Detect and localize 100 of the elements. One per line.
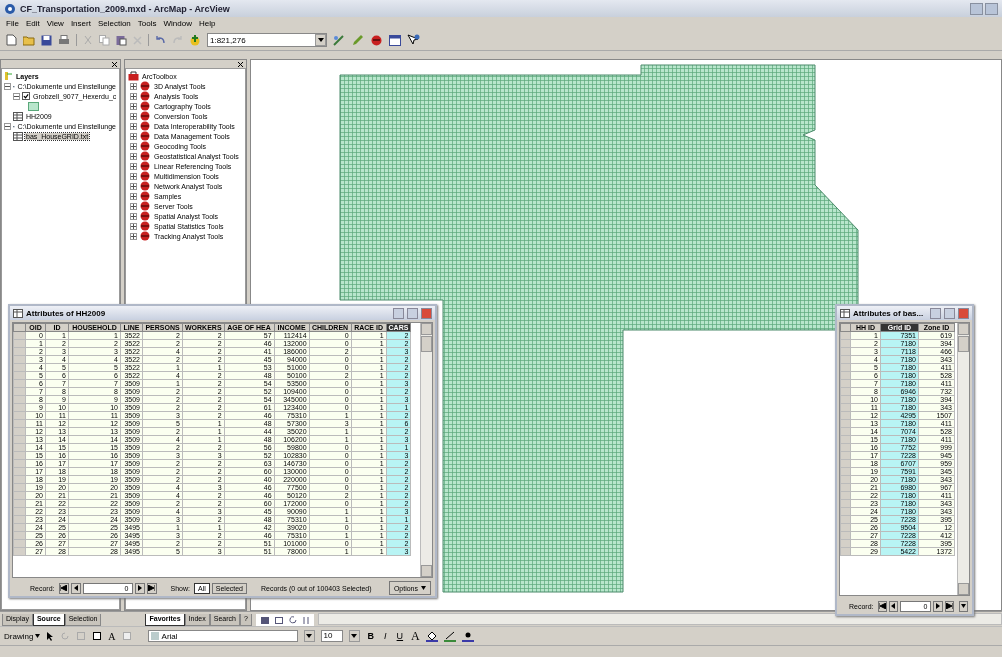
row-selector[interactable] — [13, 339, 26, 348]
row-selector[interactable] — [13, 427, 26, 436]
save-icon[interactable] — [41, 34, 52, 46]
font-color-button[interactable]: A — [411, 628, 420, 644]
cut-icon[interactable] — [83, 34, 93, 46]
layout-view-icon[interactable] — [273, 615, 284, 625]
row-selector[interactable] — [840, 371, 851, 380]
close-icon[interactable] — [238, 61, 243, 67]
menu-item[interactable]: View — [46, 19, 64, 28]
new-document-icon[interactable] — [6, 34, 17, 46]
row-selector[interactable] — [840, 411, 851, 420]
minimize-button[interactable] — [930, 307, 941, 319]
row-selector[interactable] — [13, 355, 26, 364]
row-selector[interactable] — [13, 499, 26, 508]
menu-item[interactable]: Selection — [97, 19, 131, 28]
last-record-button[interactable] — [146, 582, 157, 594]
editor-icon[interactable] — [333, 34, 346, 46]
menu-item[interactable]: Window — [163, 19, 192, 28]
row-selector[interactable] — [13, 451, 26, 460]
expand-toggle[interactable] — [130, 162, 137, 170]
expand-toggle[interactable] — [130, 112, 137, 120]
row-selector[interactable] — [840, 379, 851, 388]
menu-item[interactable]: Edit — [25, 19, 40, 28]
row-selector[interactable] — [840, 443, 851, 452]
row-selector[interactable] — [840, 451, 851, 460]
pencil-icon[interactable] — [352, 34, 364, 46]
print-icon[interactable] — [58, 34, 70, 46]
vertical-scrollbar[interactable] — [420, 323, 432, 577]
zoom-page-icon[interactable] — [76, 631, 87, 641]
redo-icon[interactable] — [172, 35, 183, 45]
expand-toggle[interactable] — [130, 182, 137, 190]
row-selector[interactable] — [13, 387, 26, 396]
expand-toggle[interactable] — [130, 172, 137, 180]
maximize-button[interactable] — [985, 2, 998, 15]
delete-icon[interactable] — [133, 35, 142, 45]
row-selector[interactable] — [840, 523, 851, 532]
expand-toggle[interactable] — [130, 132, 137, 140]
close-icon[interactable] — [112, 61, 117, 67]
window-icon[interactable] — [389, 34, 401, 46]
row-selector[interactable] — [840, 459, 851, 468]
format-button[interactable]: I — [382, 631, 389, 641]
row-selector[interactable] — [13, 531, 26, 540]
undo-icon[interactable] — [155, 35, 166, 45]
format-button[interactable]: U — [394, 631, 406, 641]
row-selector[interactable] — [13, 403, 26, 412]
pause-icon[interactable] — [301, 615, 310, 625]
row-selector[interactable] — [840, 515, 851, 524]
last-record-button[interactable] — [944, 600, 954, 612]
row-selector[interactable] — [13, 515, 26, 524]
row-selector[interactable] — [13, 379, 26, 388]
row-selector[interactable] — [840, 339, 851, 348]
row-selector[interactable] — [13, 435, 26, 444]
expand-toggle[interactable] — [130, 102, 137, 110]
row-selector[interactable] — [840, 427, 851, 436]
select-all-cell[interactable] — [840, 323, 851, 332]
open-folder-icon[interactable] — [23, 34, 35, 46]
row-selector[interactable] — [13, 539, 26, 548]
dropdown-button[interactable] — [958, 600, 969, 612]
close-button[interactable] — [958, 307, 969, 319]
collapse-toggle[interactable] — [4, 122, 11, 130]
collapse-toggle[interactable] — [13, 92, 20, 100]
fill-color-icon[interactable] — [425, 630, 438, 642]
drawing-menu-button[interactable]: Drawing — [4, 631, 41, 641]
line-color-icon[interactable] — [443, 630, 456, 642]
row-selector[interactable] — [13, 483, 26, 492]
horizontal-scrollbar[interactable] — [317, 613, 1002, 625]
row-selector[interactable] — [840, 491, 851, 500]
expand-toggle[interactable] — [130, 82, 137, 90]
expand-toggle[interactable] — [130, 152, 137, 160]
picture-icon[interactable] — [121, 631, 132, 641]
row-selector[interactable] — [840, 387, 851, 396]
row-selector[interactable] — [13, 443, 26, 452]
row-selector[interactable] — [840, 395, 851, 404]
maximize-button[interactable] — [944, 307, 955, 319]
row-selector[interactable] — [13, 507, 26, 516]
first-record-button[interactable] — [58, 582, 69, 594]
row-selector[interactable] — [840, 347, 851, 356]
expand-toggle[interactable] — [130, 142, 137, 150]
select-all-cell[interactable] — [13, 323, 26, 332]
row-selector[interactable] — [13, 459, 26, 468]
menu-item[interactable]: Help — [198, 19, 216, 28]
close-button[interactable] — [421, 307, 432, 319]
row-selector[interactable] — [840, 483, 851, 492]
minimize-button[interactable] — [970, 2, 983, 15]
menu-item[interactable]: Tools — [137, 19, 157, 28]
layer-checkbox[interactable] — [22, 92, 30, 100]
expand-toggle[interactable] — [130, 202, 137, 210]
text-tool-button[interactable]: A — [108, 630, 116, 642]
expand-toggle[interactable] — [130, 232, 137, 240]
vertical-scrollbar[interactable] — [957, 323, 969, 595]
minimize-button[interactable] — [393, 307, 404, 319]
row-selector[interactable] — [13, 475, 26, 484]
row-selector[interactable] — [840, 355, 851, 364]
row-selector[interactable] — [13, 547, 26, 556]
row-selector[interactable] — [13, 371, 26, 380]
rotate-icon[interactable] — [60, 631, 71, 641]
row-selector[interactable] — [840, 435, 851, 444]
add-data-icon[interactable] — [189, 34, 201, 46]
expand-toggle[interactable] — [130, 122, 137, 130]
row-selector[interactable] — [13, 419, 26, 428]
